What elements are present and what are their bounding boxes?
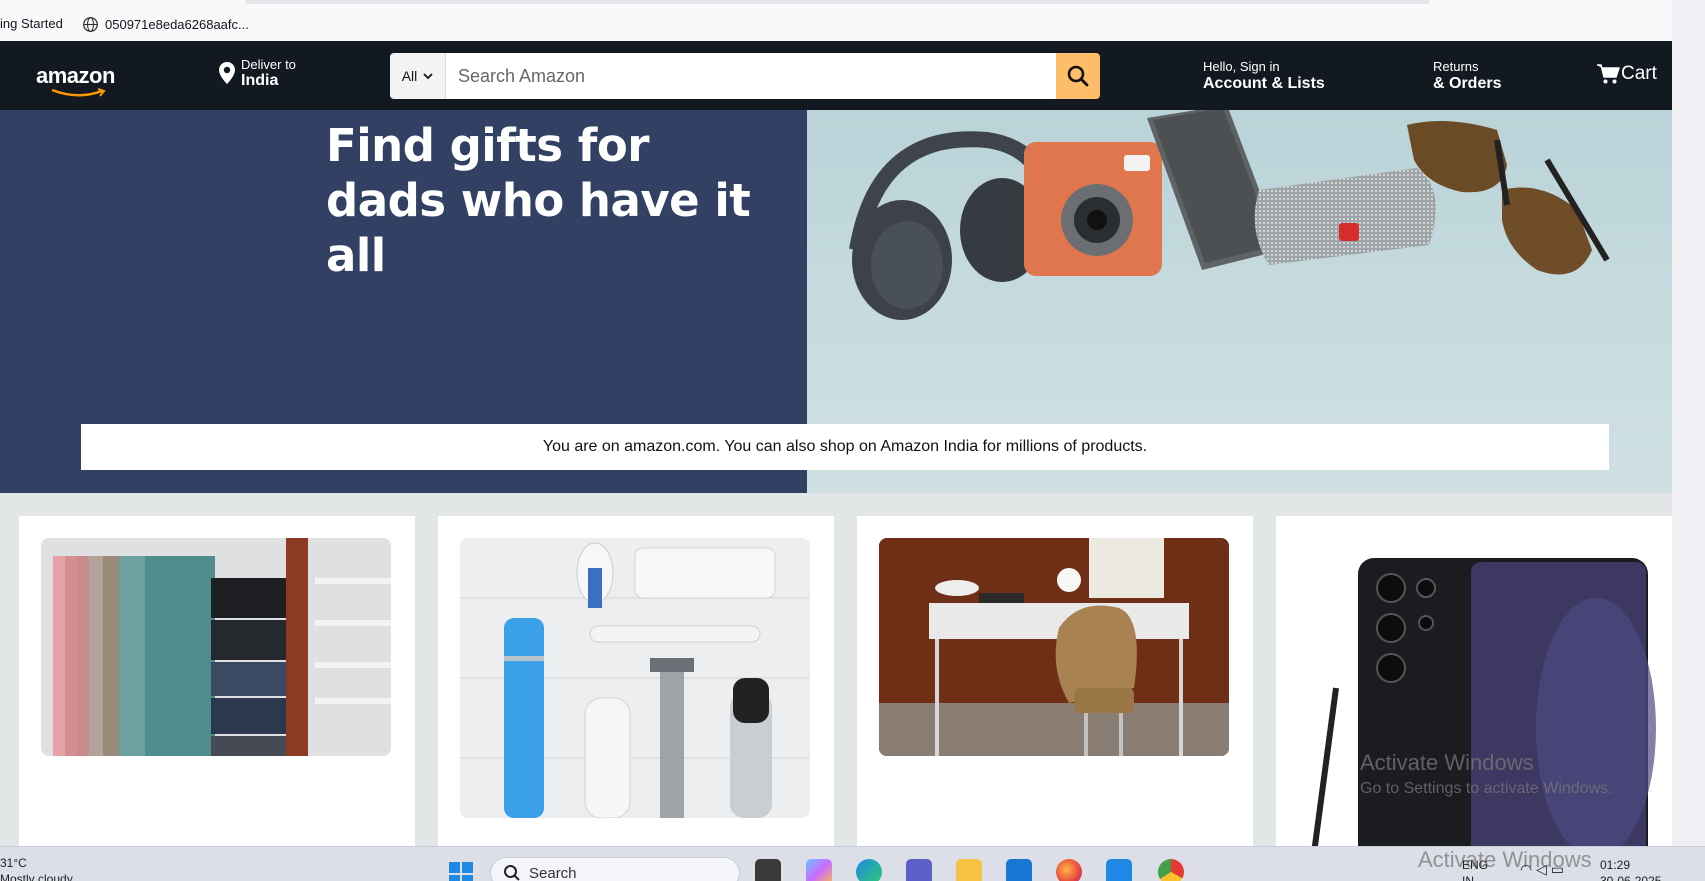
volume-icon: ◁ (1536, 861, 1547, 877)
clock[interactable]: 01:29 30-06-2025 (1600, 857, 1661, 881)
globe-icon (83, 17, 98, 32)
pants-hanger-image (41, 538, 391, 756)
location-pin-icon (219, 62, 235, 84)
amazon-logo[interactable]: amazon (36, 63, 115, 97)
bookmark-label: ing Started (0, 16, 63, 31)
product-card[interactable] (19, 516, 415, 846)
chevron-down-icon (423, 73, 433, 80)
battery-icon: ▭ (1550, 861, 1565, 877)
orders-label: & Orders (1433, 75, 1502, 92)
deliver-country: India (241, 72, 279, 89)
bookmark-getting-started[interactable]: ing Started (0, 16, 63, 31)
taskbar-watermark: Activate Windows (1418, 847, 1592, 872)
cart-button[interactable]: Cart (1596, 63, 1657, 85)
firefox-icon[interactable] (1056, 859, 1082, 881)
clock-date: 30-06-2025 (1600, 874, 1662, 881)
copilot-icon[interactable] (806, 859, 832, 881)
phone-image (1276, 538, 1672, 868)
watermark-title: Activate Windows (1360, 750, 1534, 775)
smile-arrow-icon (51, 88, 106, 97)
windows-taskbar: 31°C Mostly cloudy Search Activate Windo… (0, 846, 1705, 881)
url-bar-edge (245, 0, 1430, 4)
weather-condition: Mostly cloudy (0, 872, 73, 881)
logo-text: amazon (36, 63, 115, 88)
taskbar-search[interactable]: Search (490, 857, 740, 881)
cart-label: Cart (1621, 63, 1657, 84)
hero-banner[interactable]: Find gifts for dads who have it all You … (0, 110, 1672, 493)
bookmark-label: 050971e8eda6268aafc... (105, 17, 249, 32)
taskbar-search-label: Search (529, 864, 577, 881)
deliver-to-label: Deliver to (241, 57, 296, 72)
search-category-label: All (401, 68, 418, 84)
account-lists[interactable]: Hello, Sign in Account & Lists (1203, 59, 1325, 93)
language-code: ENG (1462, 858, 1489, 872)
product-card[interactable] (857, 516, 1253, 846)
search-bar: All (390, 53, 1100, 99)
weather-temp: 31°C (0, 856, 27, 870)
search-input[interactable] (446, 53, 1056, 99)
activate-windows-watermark: Activate Windows Go to Settings to activ… (1360, 750, 1613, 798)
search-icon (504, 865, 520, 881)
returns-orders[interactable]: Returns & Orders (1433, 59, 1501, 93)
search-button[interactable] (1056, 53, 1100, 99)
watermark-subtitle: Go to Settings to activate Windows. (1360, 780, 1613, 797)
desk-chair-image (879, 538, 1229, 756)
amazon-india-notice[interactable]: You are on amazon.com. You can also shop… (81, 424, 1609, 470)
weather-widget[interactable]: 31°C Mostly cloudy (0, 855, 73, 881)
account-greeting: Hello, Sign in (1203, 59, 1280, 74)
region-code: IN (1462, 874, 1474, 881)
vertical-scrollbar[interactable] (1672, 0, 1705, 846)
account-label: Account & Lists (1203, 75, 1325, 92)
toiletries-image (460, 538, 810, 818)
search-icon (1067, 65, 1089, 87)
clock-time: 01:29 (1600, 858, 1631, 872)
vscode-icon[interactable] (1106, 859, 1132, 881)
teams-icon[interactable] (906, 859, 932, 881)
windows-start-icon[interactable] (448, 861, 474, 881)
returns-label: Returns (1433, 59, 1479, 74)
screen: ing Started 050971e8eda6268aafc... amazo… (0, 0, 1705, 881)
file-explorer-icon[interactable] (956, 859, 982, 881)
deliver-to[interactable]: Deliver to India (218, 57, 296, 90)
edge-icon[interactable] (856, 859, 882, 881)
amazon-nav-bar: amazon Deliver to India All Search Amazo… (0, 41, 1672, 110)
bookmark-link[interactable]: 050971e8eda6268aafc... (82, 16, 249, 33)
search-category-select[interactable]: All (390, 53, 446, 99)
bookmarks-bar: ing Started 050971e8eda6268aafc... (0, 0, 1672, 41)
cart-icon (1597, 64, 1620, 84)
system-tray-icons[interactable]: ◠ ◁ ▭ (1520, 861, 1564, 877)
wifi-icon: ◠ (1520, 861, 1533, 877)
product-card[interactable] (438, 516, 834, 846)
mail-icon[interactable] (1006, 859, 1032, 881)
notice-text: You are on amazon.com. You can also shop… (542, 438, 1148, 455)
task-view-icon[interactable] (755, 859, 781, 881)
language-indicator[interactable]: ENG IN (1462, 857, 1488, 881)
chrome-icon[interactable] (1158, 859, 1184, 881)
hero-headline: Find gifts for dads who have it all (326, 119, 751, 282)
